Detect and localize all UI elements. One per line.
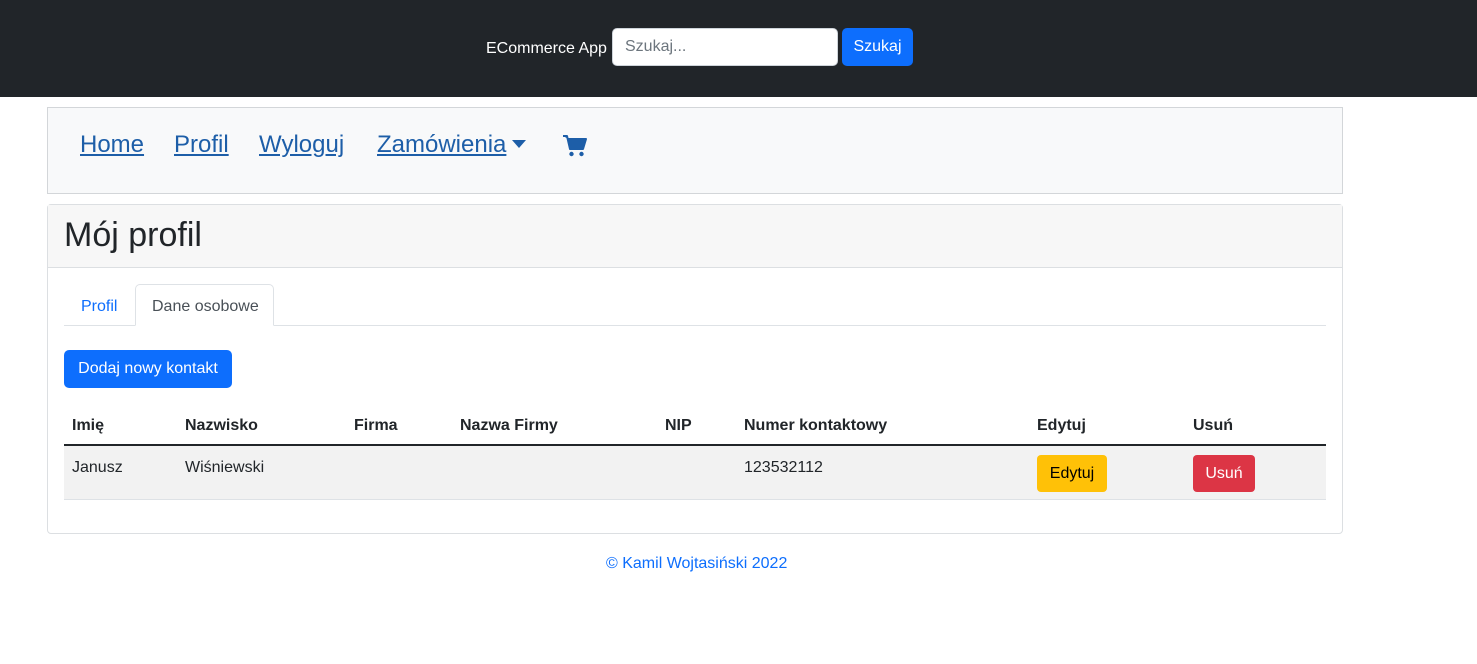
card-header bbox=[48, 205, 1342, 268]
nav-profil-link[interactable]: Profil bbox=[174, 128, 229, 162]
shopping-cart-icon[interactable] bbox=[562, 134, 588, 158]
brand-title[interactable]: ECommerce App bbox=[486, 38, 607, 60]
column-header-nazwa-firmy: Nazwa Firmy bbox=[460, 417, 558, 434]
chevron-down-icon[interactable] bbox=[512, 140, 526, 148]
nav-zamowienia-dropdown[interactable]: Zamówienia bbox=[377, 128, 506, 162]
footer-copyright: © Kamil Wojtasiński 2022 bbox=[606, 555, 788, 572]
nav-home-link[interactable]: Home bbox=[80, 128, 144, 162]
column-header-numer-kontaktowy: Numer kontaktowy bbox=[744, 417, 888, 434]
column-header-imie: Imię bbox=[72, 417, 105, 434]
tab-profil[interactable]: Profil bbox=[81, 296, 117, 318]
column-header-nazwisko: Nazwisko bbox=[185, 417, 258, 434]
cell-numer-kontaktowy: 123532112 bbox=[744, 459, 823, 476]
nav-wyloguj-link[interactable]: Wyloguj bbox=[259, 128, 344, 162]
column-header-firma: Firma bbox=[354, 417, 398, 434]
cell-nazwisko: Wiśniewski bbox=[185, 459, 265, 476]
column-header-nip: NIP bbox=[665, 417, 692, 434]
search-input[interactable] bbox=[612, 28, 838, 66]
delete-contact-button[interactable]: Usuń bbox=[1193, 455, 1255, 492]
column-header-usun: Usuń bbox=[1193, 417, 1233, 434]
main-nav bbox=[47, 107, 1343, 194]
cell-imie: Janusz bbox=[72, 459, 123, 476]
column-header-edytuj: Edytuj bbox=[1037, 417, 1086, 434]
search-button[interactable]: Szukaj bbox=[842, 28, 913, 66]
tab-dane-osobowe[interactable]: Dane osobowe bbox=[152, 296, 259, 318]
edit-contact-button[interactable]: Edytuj bbox=[1037, 455, 1107, 492]
page-title: Mój profil bbox=[64, 216, 202, 254]
add-contact-button[interactable]: Dodaj nowy kontakt bbox=[64, 350, 232, 388]
